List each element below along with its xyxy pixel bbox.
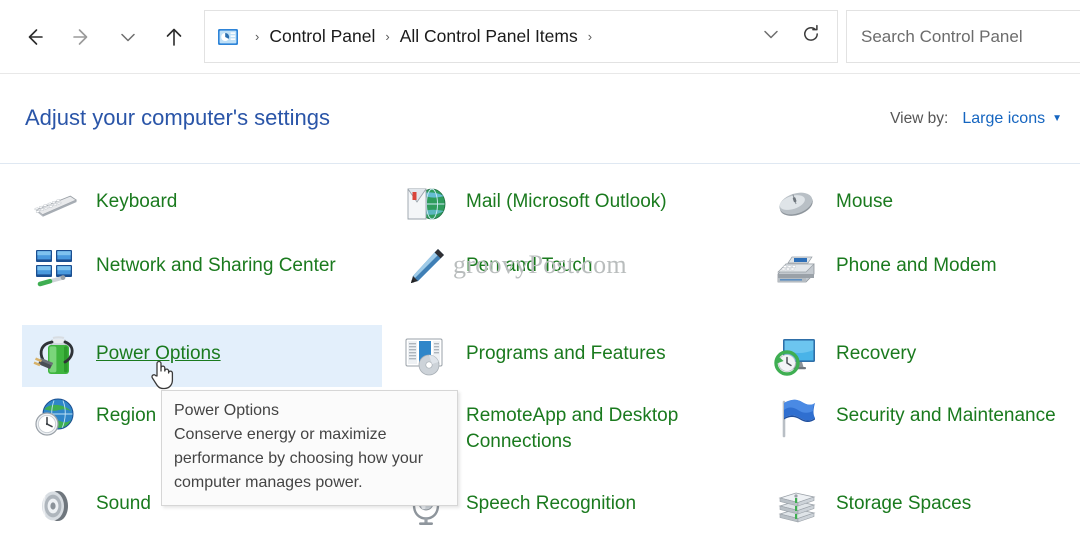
up-one-level-button[interactable] <box>154 17 194 57</box>
control-panel-item-label[interactable]: Storage Spaces <box>836 482 971 517</box>
power-battery-icon <box>32 332 80 380</box>
breadcrumb-separator: › <box>587 29 593 44</box>
control-panel-item[interactable]: Storage Spaces <box>762 475 1080 537</box>
refresh-button[interactable] <box>791 17 831 57</box>
tooltip: Power Options Conserve energy or maximiz… <box>161 390 458 506</box>
tooltip-body: Conserve energy or maximize performance … <box>174 426 424 491</box>
page-title: Adjust your computer's settings <box>25 105 331 130</box>
control-panel-item-label[interactable]: Security and Maintenance <box>836 394 1056 429</box>
view-by-label: View by: <box>890 110 949 127</box>
control-panel-item-label[interactable]: Network and Sharing Center <box>96 244 336 279</box>
control-panel-item[interactable]: Phone and Modem <box>762 237 1080 299</box>
control-panel-item-label[interactable]: Sound <box>96 482 151 517</box>
arrow-left-icon <box>21 24 47 50</box>
arrow-up-icon <box>161 24 187 50</box>
network-icon <box>32 244 80 292</box>
phone-modem-icon <box>772 244 820 292</box>
tooltip-title: Power Options <box>174 402 279 419</box>
search-input[interactable] <box>861 26 1080 47</box>
breadcrumb-item-control-panel[interactable]: Control Panel <box>267 24 377 49</box>
control-panel-item-label[interactable]: RemoteApp and Desktop Connections <box>466 394 716 455</box>
control-panel-item[interactable]: Security and Maintenance <box>762 387 1080 449</box>
breadcrumb-item-all-control-panel-items[interactable]: All Control Panel Items <box>398 24 580 49</box>
control-panel-item-label[interactable]: Mouse <box>836 180 893 215</box>
previous-locations-button[interactable] <box>751 17 791 57</box>
view-by-value[interactable]: Large icons <box>962 110 1045 128</box>
region-globe-icon <box>32 394 80 442</box>
recovery-icon <box>772 332 820 380</box>
mail-icon <box>402 180 450 228</box>
view-by-control[interactable]: View by: Large icons ▼ <box>890 110 1062 128</box>
control-panel-item[interactable]: Pen and Touch <box>392 237 762 299</box>
control-panel-item-label[interactable]: Programs and Features <box>466 332 666 367</box>
page-header: Adjust your computer's settings View by:… <box>0 74 1080 164</box>
chevron-down-icon <box>117 26 139 48</box>
address-bar[interactable]: › Control Panel › All Control Panel Item… <box>204 10 838 63</box>
programs-icon <box>402 332 450 380</box>
control-panel-item[interactable]: Keyboard <box>22 173 382 235</box>
recent-locations-button[interactable] <box>108 17 148 57</box>
chevron-down-icon <box>760 23 782 50</box>
address-toolbar: › Control Panel › All Control Panel Item… <box>0 0 1080 74</box>
control-panel-item[interactable]: Mouse <box>762 173 1080 235</box>
control-panel-item-label[interactable]: Mail (Microsoft Outlook) <box>466 180 667 215</box>
control-panel-item-label[interactable]: Speech Recognition <box>466 482 636 517</box>
control-panel-item[interactable]: Mail (Microsoft Outlook) <box>392 173 762 235</box>
control-panel-item[interactable]: Network and Sharing Center <box>22 237 382 299</box>
control-panel-item-label[interactable]: Recovery <box>836 332 916 367</box>
control-panel-item-label[interactable]: Keyboard <box>96 180 177 215</box>
forward-button[interactable] <box>62 17 102 57</box>
control-panel-item-label[interactable]: Power Options <box>96 332 221 367</box>
search-box[interactable] <box>846 10 1080 63</box>
control-panel-item[interactable]: Power Options <box>22 325 382 387</box>
breadcrumb-separator: › <box>385 29 390 44</box>
control-panel-item[interactable]: Recovery <box>762 325 1080 387</box>
mouse-icon <box>772 180 820 228</box>
breadcrumb-separator: › <box>255 29 260 44</box>
control-panel-item-label[interactable]: Region <box>96 394 156 429</box>
pen-icon <box>402 244 450 292</box>
arrow-right-icon <box>69 24 95 50</box>
control-panel-item[interactable]: Programs and Features <box>392 325 762 387</box>
refresh-icon <box>800 23 822 50</box>
control-panel-item-label[interactable]: Pen and Touch <box>466 244 592 279</box>
control-panel-item-label[interactable]: Phone and Modem <box>836 244 997 279</box>
speaker-icon <box>32 482 80 530</box>
control-panel-icon <box>217 26 239 48</box>
security-flag-icon <box>772 394 820 442</box>
storage-icon <box>772 482 820 530</box>
back-button[interactable] <box>14 17 54 57</box>
keyboard-icon <box>32 180 80 228</box>
chevron-down-icon[interactable]: ▼ <box>1052 113 1062 124</box>
